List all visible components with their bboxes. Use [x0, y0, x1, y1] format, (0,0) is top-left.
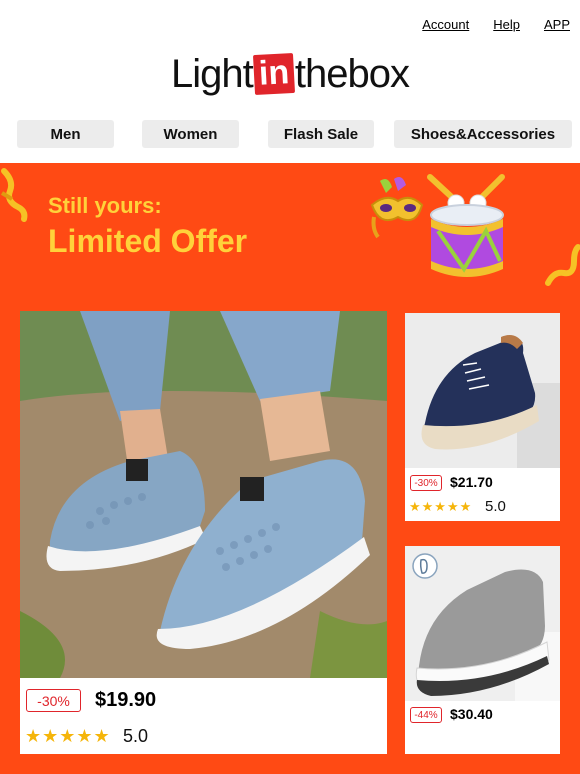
promo-headline: Limited Offer [48, 223, 248, 259]
product-card-main[interactable]: -30% $19.90 ★★★★★ 5.0 [20, 311, 387, 754]
promo-section: Still yours: Limited Offer -30% $19.90 ★… [0, 163, 580, 774]
discount-badge: -44% [410, 707, 442, 723]
nav-men[interactable]: Men [17, 120, 114, 148]
product-card-2[interactable]: -30% $21.70 ★★★★★ 5.0 [405, 313, 560, 521]
logo-text-thebox: thebox [294, 52, 410, 96]
carnival-mask-icon [370, 177, 424, 239]
discount-badge: -30% [26, 689, 81, 712]
top-links: Account Help APP [422, 17, 570, 32]
nav-women[interactable]: Women [142, 120, 239, 148]
product-price: $19.90 [95, 689, 157, 711]
brand-logo[interactable]: Light in thebox [0, 52, 580, 96]
category-nav: Men Women Flash Sale Shoes&Accessories [0, 120, 580, 148]
rating-stars: ★★★★★ [409, 499, 473, 514]
confetti-ribbon-left [0, 168, 28, 222]
rating-value: 5.0 [485, 498, 506, 515]
account-link[interactable]: Account [422, 17, 469, 32]
discount-badge: -30% [410, 475, 442, 491]
logo-text-in: in [252, 52, 295, 96]
rating-stars: ★★★★★ [25, 726, 111, 746]
rating-value: 5.0 [123, 726, 149, 746]
logo-text-light: Light [170, 52, 254, 96]
nav-shoes-accessories[interactable]: Shoes&Accessories [394, 120, 572, 148]
drum-icon [427, 174, 505, 277]
promo-kicker: Still yours: [48, 193, 162, 218]
product-image-2[interactable] [405, 313, 560, 468]
confetti-ribbon-right [545, 244, 580, 286]
help-link[interactable]: Help [493, 17, 520, 32]
nav-flash-sale[interactable]: Flash Sale [268, 120, 374, 148]
product-price: $30.40 [450, 706, 493, 722]
product-card-3[interactable]: -44% $30.40 [405, 546, 560, 754]
product-price: $21.70 [450, 474, 493, 490]
product-image-main[interactable] [20, 311, 387, 678]
app-link[interactable]: APP [544, 17, 570, 32]
product-image-3[interactable] [405, 546, 560, 701]
